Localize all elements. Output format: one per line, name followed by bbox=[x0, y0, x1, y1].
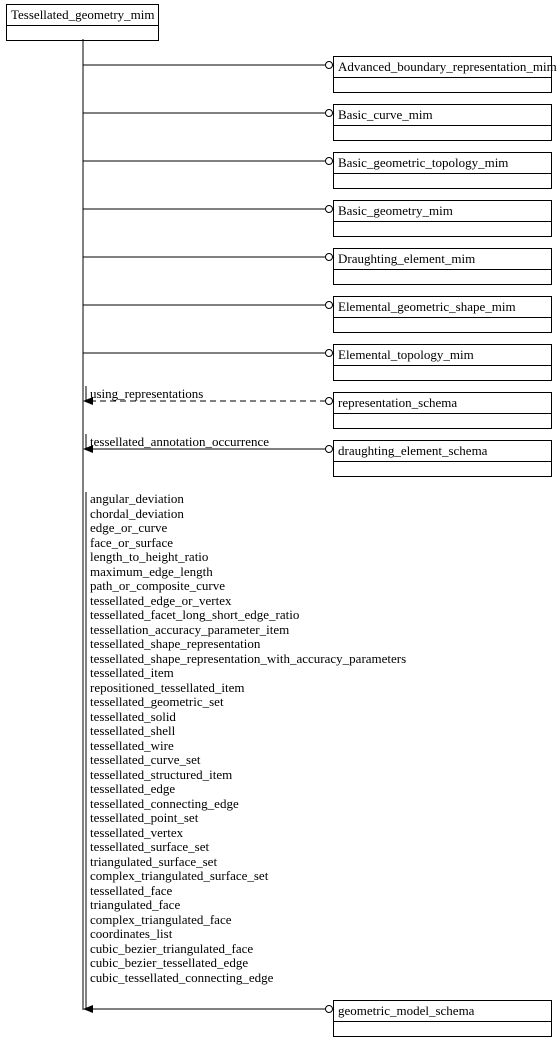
term-item: tessellated_shape_representation bbox=[90, 637, 406, 652]
root-schema-body bbox=[7, 25, 158, 40]
term-item: tessellated_face bbox=[90, 884, 406, 899]
term-item: tessellated_edge_or_vertex bbox=[90, 594, 406, 609]
root-schema-label: Tessellated_geometry_mim bbox=[7, 5, 158, 25]
target-box-5: Elemental_geometric_shape_mim bbox=[333, 296, 552, 333]
term-item: maximum_edge_length bbox=[90, 565, 406, 580]
term-item: triangulated_face bbox=[90, 898, 406, 913]
term-item: coordinates_list bbox=[90, 927, 406, 942]
target-box-0: Advanced_boundary_representation_mim bbox=[333, 56, 552, 93]
term-item: cubic_bezier_triangulated_face bbox=[90, 942, 406, 957]
target-label-4: Draughting_element_mim bbox=[334, 249, 551, 269]
target-box-8: draughting_element_schema bbox=[333, 440, 552, 477]
term-item: tessellated_facet_long_short_edge_ratio bbox=[90, 608, 406, 623]
term-item: tessellated_wire bbox=[90, 739, 406, 754]
term-item: tessellated_shape_representation_with_ac… bbox=[90, 652, 406, 667]
target-label-7: representation_schema bbox=[334, 393, 551, 413]
term-item: length_to_height_ratio bbox=[90, 550, 406, 565]
term-item: tessellation_accuracy_parameter_item bbox=[90, 623, 406, 638]
target-label-6: Elemental_topology_mim bbox=[334, 345, 551, 365]
term-item: tessellated_structured_item bbox=[90, 768, 406, 783]
target-label-5: Elemental_geometric_shape_mim bbox=[334, 297, 551, 317]
target-label-0: Advanced_boundary_representation_mim bbox=[334, 57, 551, 77]
term-item: tessellated_vertex bbox=[90, 826, 406, 841]
target-label-8: draughting_element_schema bbox=[334, 441, 551, 461]
term-item: tessellated_curve_set bbox=[90, 753, 406, 768]
target-box-3: Basic_geometry_mim bbox=[333, 200, 552, 237]
conn-label-8: tessellated_annotation_occurrence bbox=[90, 434, 269, 450]
target-box-7: representation_schema bbox=[333, 392, 552, 429]
term-item: tessellated_connecting_edge bbox=[90, 797, 406, 812]
term-item: cubic_bezier_tessellated_edge bbox=[90, 956, 406, 971]
term-item: face_or_surface bbox=[90, 536, 406, 551]
term-item: repositioned_tessellated_item bbox=[90, 681, 406, 696]
term-item: tessellated_shell bbox=[90, 724, 406, 739]
target-box-6: Elemental_topology_mim bbox=[333, 344, 552, 381]
term-item: cubic_tessellated_connecting_edge bbox=[90, 971, 406, 986]
target-label-1: Basic_curve_mim bbox=[334, 105, 551, 125]
root-schema-box: Tessellated_geometry_mim bbox=[6, 4, 159, 41]
term-item: tessellated_solid bbox=[90, 710, 406, 725]
term-item: chordal_deviation bbox=[90, 507, 406, 522]
target-box-1: Basic_curve_mim bbox=[333, 104, 552, 141]
term-item: path_or_composite_curve bbox=[90, 579, 406, 594]
term-item: angular_deviation bbox=[90, 492, 406, 507]
term-item: complex_triangulated_face bbox=[90, 913, 406, 928]
term-item: tessellated_point_set bbox=[90, 811, 406, 826]
term-item: tessellated_surface_set bbox=[90, 840, 406, 855]
target-label-2: Basic_geometric_topology_mim bbox=[334, 153, 551, 173]
term-item: tessellated_geometric_set bbox=[90, 695, 406, 710]
term-item: triangulated_surface_set bbox=[90, 855, 406, 870]
term-list: angular_deviationchordal_deviationedge_o… bbox=[90, 492, 406, 985]
target-box-9: geometric_model_schema bbox=[333, 1000, 552, 1037]
target-box-2: Basic_geometric_topology_mim bbox=[333, 152, 552, 189]
term-item: complex_triangulated_surface_set bbox=[90, 869, 406, 884]
target-label-3: Basic_geometry_mim bbox=[334, 201, 551, 221]
term-item: tessellated_item bbox=[90, 666, 406, 681]
conn-label-7: using_representations bbox=[90, 386, 203, 402]
target-label-9: geometric_model_schema bbox=[334, 1001, 551, 1021]
target-box-4: Draughting_element_mim bbox=[333, 248, 552, 285]
term-item: edge_or_curve bbox=[90, 521, 406, 536]
term-item: tessellated_edge bbox=[90, 782, 406, 797]
